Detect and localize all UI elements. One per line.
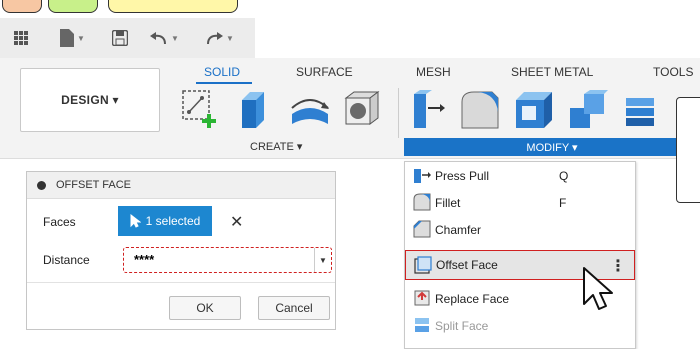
dialog-title: OFFSET FACE — [56, 179, 131, 191]
faces-selection-value: 1 selected — [145, 214, 201, 228]
tab-sheet-metal[interactable]: SHEET METAL — [511, 65, 593, 79]
modify-group-label[interactable]: MODIFY ▾ — [404, 138, 700, 156]
menu-item-label: Press Pull — [435, 168, 490, 183]
quick-access-bar: ▼ ▼ ▼ — [0, 18, 255, 58]
ok-button[interactable]: OK — [169, 296, 241, 320]
grid-icon[interactable] — [14, 28, 28, 48]
group-separator — [398, 88, 399, 138]
revolve-icon[interactable] — [288, 88, 332, 135]
dialog-header: OFFSET FACE — [27, 172, 335, 199]
combine-icon[interactable] — [566, 88, 610, 135]
menu-item-split-face[interactable]: Split Face — [405, 312, 635, 339]
create-sketch-icon[interactable] — [180, 88, 220, 135]
faces-selection-button[interactable]: 1 selected — [118, 206, 212, 236]
offset-face-dialog: OFFSET FACE Faces 1 selected ✕ Distance … — [26, 171, 336, 330]
menu-item-label: Replace Face — [435, 291, 510, 306]
mouse-cursor-icon — [582, 266, 616, 315]
distance-dropdown-icon[interactable]: ▼ — [314, 248, 331, 272]
clear-selection-icon[interactable]: ✕ — [230, 212, 243, 232]
distance-field: ▼ — [123, 247, 332, 273]
distance-label: Distance — [43, 253, 90, 267]
menu-item-shortcut: Q — [559, 168, 569, 183]
pill-yellow — [108, 0, 238, 13]
tab-mesh[interactable]: MESH — [416, 65, 451, 79]
distance-input[interactable] — [128, 250, 322, 268]
shell-icon[interactable] — [512, 88, 556, 135]
press-pull-icon — [414, 169, 431, 183]
save-icon[interactable] — [112, 28, 128, 48]
tab-solid[interactable]: SOLID — [204, 65, 240, 79]
fillet-icon — [413, 193, 431, 211]
menu-item-chamfer[interactable]: Chamfer — [405, 216, 635, 243]
redo-icon[interactable]: ▼ — [205, 28, 234, 48]
active-tab-indicator — [196, 82, 252, 84]
pill-orange — [2, 0, 42, 13]
extrude-icon[interactable] — [236, 88, 276, 135]
faces-label: Faces — [43, 215, 76, 229]
collapse-icon[interactable] — [37, 180, 46, 190]
ribbon-toolbar: DESIGN ▾ SOLID SURFACE MESH SHEET METAL … — [0, 58, 700, 159]
menu-item-label: Offset Face — [436, 258, 498, 272]
scale-icon[interactable] — [620, 88, 664, 135]
fillet-icon[interactable] — [458, 88, 502, 135]
workspace-switcher-button[interactable]: DESIGN ▾ — [20, 68, 160, 132]
callout-box — [676, 97, 700, 203]
create-group-label[interactable]: CREATE ▾ — [250, 140, 302, 153]
offset-face-icon — [414, 256, 432, 274]
menu-item-label: Chamfer — [435, 222, 482, 237]
menu-item-fillet[interactable]: Fillet F — [405, 189, 635, 216]
press-pull-icon[interactable] — [410, 88, 446, 135]
menu-item-press-pull[interactable]: Press Pull Q — [405, 162, 635, 189]
cursor-arrow-icon — [130, 214, 141, 228]
modify-dropdown-menu: Press Pull Q Fillet F Chamfer Offset Fac… — [404, 161, 636, 349]
replace-face-icon — [414, 290, 430, 306]
menu-item-shortcut: F — [559, 195, 567, 210]
file-icon[interactable]: ▼ — [60, 28, 85, 48]
tab-tools[interactable]: TOOLS — [653, 65, 693, 79]
cancel-button[interactable]: Cancel — [258, 296, 330, 320]
tab-surface[interactable]: SURFACE — [296, 65, 353, 79]
dialog-divider — [27, 282, 335, 283]
hole-icon[interactable] — [342, 88, 382, 135]
undo-icon[interactable]: ▼ — [150, 28, 179, 48]
pill-green — [48, 0, 98, 13]
chamfer-icon — [413, 220, 431, 238]
split-face-icon — [415, 318, 429, 332]
menu-item-label: Fillet — [435, 195, 461, 210]
menu-item-label: Split Face — [435, 318, 489, 333]
